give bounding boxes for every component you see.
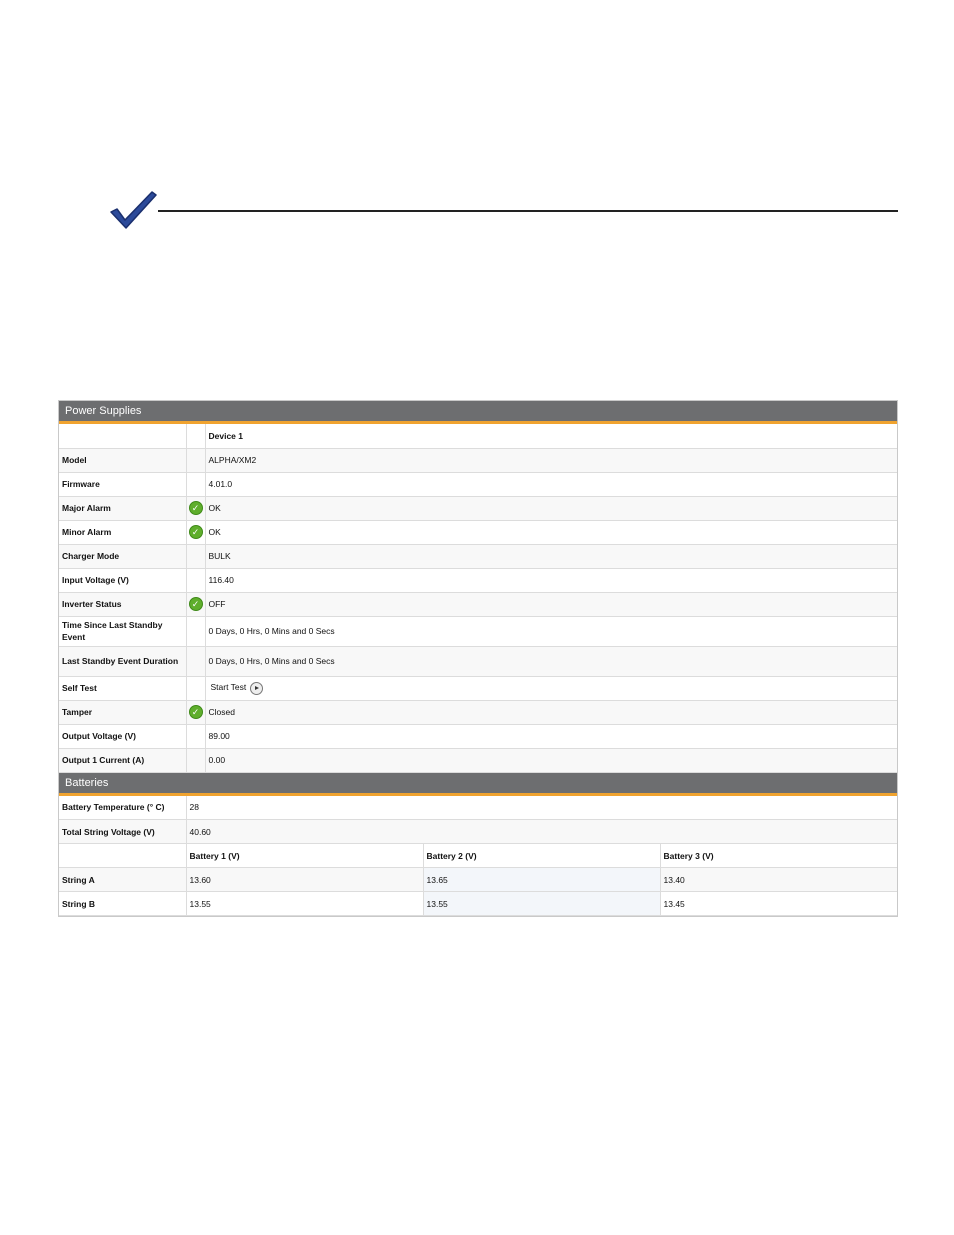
table-row: Battery 1 (V) Battery 2 (V) Battery 3 (V… (59, 843, 897, 868)
column-header: Battery 2 (V) (423, 843, 661, 868)
cell-value: 13.55 (423, 891, 661, 916)
table-row: String B 13.55 13.55 13.45 (59, 891, 897, 916)
row-value: 0 Days, 0 Hrs, 0 Mins and 0 Secs (205, 616, 897, 647)
cell-value: 13.55 (186, 891, 424, 916)
table-row: Firmware 4.01.0 (59, 472, 897, 497)
ok-status-icon: ✓ (188, 501, 203, 515)
note-marker (108, 190, 900, 230)
row-label: Output 1 Current (A) (59, 748, 187, 773)
row-label: Self Test (59, 676, 187, 701)
table-row: String A 13.60 13.65 13.40 (59, 867, 897, 892)
row-value: Closed (205, 700, 897, 725)
play-icon[interactable] (250, 681, 264, 695)
batteries-table: Battery Temperature (° C) 28 Total Strin… (59, 795, 897, 916)
row-label: Tamper (59, 700, 187, 725)
column-header: Battery 1 (V) (186, 843, 424, 868)
table-row: Battery Temperature (° C) 28 (59, 795, 897, 820)
row-label: String A (59, 867, 187, 892)
ok-status-icon: ✓ (188, 525, 203, 539)
row-label: Charger Mode (59, 544, 187, 569)
table-row: Device 1 (59, 424, 897, 449)
row-value: OK (205, 520, 897, 545)
start-test-label: Start Test (210, 682, 247, 693)
batteries-header: Batteries (59, 772, 897, 796)
table-row: Output 1 Current (A) 0.00 (59, 748, 897, 773)
row-label: Total String Voltage (V) (59, 819, 187, 844)
cell-value: 13.65 (423, 867, 661, 892)
power-supplies-table: Device 1 Model ALPHA/XM2 Firmware 4.01.0… (59, 424, 897, 773)
table-row: Major Alarm ✓ OK (59, 496, 897, 521)
table-row: Self Test Start Test (59, 676, 897, 701)
row-value: OK (205, 496, 897, 521)
row-label: Time Since Last Standby Event (59, 616, 187, 647)
row-value: OFF (205, 592, 897, 617)
ok-status-icon: ✓ (188, 705, 203, 719)
row-label: Minor Alarm (59, 520, 187, 545)
row-label: Model (59, 448, 187, 473)
power-supplies-header: Power Supplies (59, 401, 897, 424)
table-row: Total String Voltage (V) 40.60 (59, 819, 897, 844)
row-label: String B (59, 891, 187, 916)
row-value: ALPHA/XM2 (205, 448, 897, 473)
row-label: Output Voltage (V) (59, 724, 187, 749)
row-value: 89.00 (205, 724, 897, 749)
start-test-button[interactable]: Start Test (209, 681, 264, 695)
row-value: 4.01.0 (205, 472, 897, 497)
note-rule (158, 210, 898, 212)
table-row: Inverter Status ✓ OFF (59, 592, 897, 617)
column-header: Battery 3 (V) (660, 843, 897, 868)
row-label: Last Standby Event Duration (59, 646, 187, 677)
row-value: 0 Days, 0 Hrs, 0 Mins and 0 Secs (205, 646, 897, 677)
row-value: BULK (205, 544, 897, 569)
table-row: Last Standby Event Duration 0 Days, 0 Hr… (59, 646, 897, 677)
table-row: Charger Mode BULK (59, 544, 897, 569)
table-row: Model ALPHA/XM2 (59, 448, 897, 473)
table-row: Input Voltage (V) 116.40 (59, 568, 897, 593)
cell-value: 13.60 (186, 867, 424, 892)
table-row: Tamper ✓ Closed (59, 700, 897, 725)
cell-value: 13.40 (660, 867, 897, 892)
ok-status-icon: ✓ (188, 597, 203, 611)
row-value: 40.60 (186, 819, 897, 844)
table-row: Time Since Last Standby Event 0 Days, 0 … (59, 616, 897, 647)
row-label: Major Alarm (59, 496, 187, 521)
device-header: Device 1 (205, 424, 897, 449)
row-label: Battery Temperature (° C) (59, 795, 187, 820)
row-label: Input Voltage (V) (59, 568, 187, 593)
table-row: Minor Alarm ✓ OK (59, 520, 897, 545)
table-row: Output Voltage (V) 89.00 (59, 724, 897, 749)
row-value: 116.40 (205, 568, 897, 593)
row-value: 0.00 (205, 748, 897, 773)
status-panel: Power Supplies Device 1 Model ALPHA/XM2 … (58, 400, 898, 917)
row-label: Inverter Status (59, 592, 187, 617)
row-label: Firmware (59, 472, 187, 497)
row-value: 28 (186, 795, 897, 820)
checkmark-icon (110, 191, 157, 229)
self-test-cell: Start Test (205, 676, 897, 701)
cell-value: 13.45 (660, 891, 897, 916)
